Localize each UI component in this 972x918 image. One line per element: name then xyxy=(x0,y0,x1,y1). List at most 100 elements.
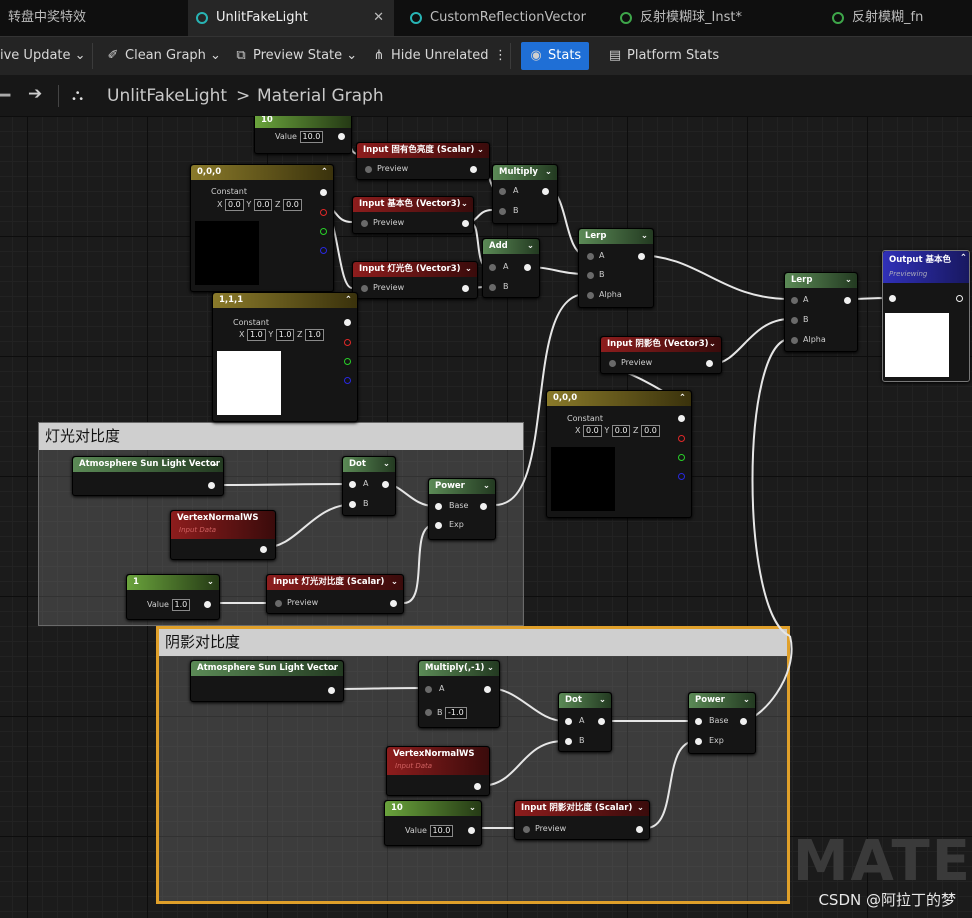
output-pin[interactable] xyxy=(344,319,351,326)
close-icon[interactable]: ✕ xyxy=(373,0,384,36)
output-pin[interactable] xyxy=(338,133,345,140)
platform-stats-button[interactable]: ▤ Platform Stats xyxy=(608,45,719,67)
output-pin[interactable] xyxy=(956,295,963,302)
preview-state-button[interactable]: ⧉ Preview State ⌄ xyxy=(234,45,357,67)
output-pin[interactable] xyxy=(474,783,481,790)
output-pin[interactable] xyxy=(328,687,335,694)
back-arrow-icon[interactable]: ━ xyxy=(0,86,10,106)
output-pin[interactable] xyxy=(740,718,747,725)
more-options-icon[interactable]: ⋮ xyxy=(494,45,507,67)
node-constant-10[interactable]: 10 Value 10.0 xyxy=(254,116,352,154)
y-field[interactable]: 0.0 xyxy=(253,199,273,211)
output-pin-b[interactable] xyxy=(344,377,351,384)
tab-reflection-blur-fn[interactable]: 反射模糊_fn xyxy=(832,0,972,36)
output-pin[interactable] xyxy=(470,166,477,173)
y-field[interactable]: 0.0 xyxy=(611,425,631,437)
z-field[interactable]: 0.0 xyxy=(641,425,660,437)
node-dot-1[interactable]: Dot ⌄ A B xyxy=(342,456,396,516)
output-pin[interactable] xyxy=(208,482,215,489)
input-pin-a[interactable] xyxy=(587,253,594,260)
node-vertexnormalws-2[interactable]: VertexNormalWS Input Data xyxy=(386,746,490,796)
hide-unrelated-button[interactable]: ⋔ Hide Unrelated xyxy=(372,45,489,67)
tab-customreflectionvector[interactable]: CustomReflectionVector xyxy=(410,0,610,36)
output-pin-r[interactable] xyxy=(320,209,327,216)
output-pin[interactable] xyxy=(320,189,327,196)
input-pin-b[interactable] xyxy=(499,208,506,215)
input-pin-a[interactable] xyxy=(499,188,506,195)
clean-graph-button[interactable]: ✐ Clean Graph ⌄ xyxy=(106,45,221,67)
output-pin[interactable] xyxy=(636,826,643,833)
output-pin-r[interactable] xyxy=(344,339,351,346)
node-constant-10b[interactable]: 10 ⌄ Value 10.0 xyxy=(384,800,482,846)
x-field[interactable]: 1.0 xyxy=(247,329,266,341)
input-pin-alpha[interactable] xyxy=(791,337,798,344)
node-input-shadow-contrast[interactable]: Input 阴影对比度 (Scalar) ⌄ Preview xyxy=(514,800,650,840)
node-lerp-1[interactable]: Lerp ⌄ A B Alpha xyxy=(578,228,654,308)
node-constant3-black-b[interactable]: 0,0,0 ⌃ Constant X 0.0 Y 0.0 Z 0.0 xyxy=(546,390,692,518)
input-pin-exp[interactable] xyxy=(435,522,442,529)
output-pin[interactable] xyxy=(468,827,475,834)
node-input-light-color[interactable]: Input 灯光色 (Vector3) ⌄ Preview xyxy=(352,261,478,299)
forward-arrow-icon[interactable]: ➔ xyxy=(28,84,42,104)
node-input-base-color[interactable]: Input 基本色 (Vector3) ⌄ Preview xyxy=(352,196,474,234)
input-pin-b[interactable] xyxy=(791,317,798,324)
input-pin-a[interactable] xyxy=(349,481,356,488)
output-pin-g[interactable] xyxy=(320,228,327,235)
node-vertexnormalws-1[interactable]: VertexNormalWS Input Data xyxy=(170,510,276,560)
material-graph-canvas[interactable]: 灯光对比度 阴影对比度 MATE 10 Value 10.0 Input 固有色… xyxy=(0,116,972,918)
node-multiply[interactable]: Multiply ⌄ A B xyxy=(492,164,558,224)
node-input-shadow-color[interactable]: Input 阴影色 (Vector3) ⌄ Preview xyxy=(600,336,722,374)
input-pin[interactable] xyxy=(365,166,372,173)
output-pin[interactable] xyxy=(638,253,645,260)
live-update-button[interactable]: ive Update ⌄ xyxy=(0,45,86,67)
input-pin-a[interactable] xyxy=(489,264,496,271)
input-pin-b[interactable] xyxy=(489,284,496,291)
input-pin-b[interactable] xyxy=(587,272,594,279)
output-pin-b[interactable] xyxy=(320,247,327,254)
node-constant3-white[interactable]: 1,1,1 ⌃ Constant X 1.0 Y 1.0 Z 1.0 xyxy=(212,292,358,422)
x-field[interactable]: 0.0 xyxy=(225,199,244,211)
tab-lottery-effect[interactable]: 转盘中奖特效 xyxy=(8,0,178,36)
output-pin-g[interactable] xyxy=(344,358,351,365)
value-field[interactable]: 10.0 xyxy=(299,131,324,143)
input-pin-alpha[interactable] xyxy=(587,292,594,299)
output-pin[interactable] xyxy=(678,415,685,422)
node-multiply-neg1[interactable]: Multiply(,-1) ⌄ A B -1.0 xyxy=(418,660,500,728)
input-pin-a[interactable] xyxy=(425,686,432,693)
input-pin[interactable] xyxy=(361,220,368,227)
tab-reflection-blur-inst[interactable]: 反射模糊球_Inst* xyxy=(620,0,820,36)
node-constant-1[interactable]: 1 ⌄ Value 1.0 xyxy=(126,574,220,620)
input-pin-b[interactable] xyxy=(425,709,432,716)
node-dot-2[interactable]: Dot ⌄ A B xyxy=(558,692,612,752)
x-field[interactable]: 0.0 xyxy=(583,425,602,437)
node-constant3-black-a[interactable]: 0,0,0 ⌃ Constant X 0.0 Y 0.0 Z 0.0 xyxy=(190,164,334,292)
output-pin[interactable] xyxy=(260,546,267,553)
input-pin-base[interactable] xyxy=(435,503,442,510)
input-pin-a[interactable] xyxy=(791,297,798,304)
node-lerp-2[interactable]: Lerp ⌄ A B Alpha xyxy=(784,272,858,352)
output-pin[interactable] xyxy=(706,360,713,367)
output-pin[interactable] xyxy=(844,297,851,304)
output-pin[interactable] xyxy=(484,686,491,693)
node-power-1[interactable]: Power ⌄ Base Exp xyxy=(428,478,496,540)
output-pin[interactable] xyxy=(542,188,549,195)
node-power-2[interactable]: Power ⌄ Base Exp xyxy=(688,692,756,754)
output-pin[interactable] xyxy=(462,285,469,292)
output-pin[interactable] xyxy=(524,264,531,271)
output-pin[interactable] xyxy=(480,503,487,510)
node-atmosphere-sun-light-vector-2[interactable]: Atmosphere Sun Light Vector ⌄ xyxy=(190,660,344,702)
node-atmosphere-sun-light-vector-1[interactable]: Atmosphere Sun Light Vector ⌄ xyxy=(72,456,224,496)
output-pin[interactable] xyxy=(382,481,389,488)
z-field[interactable]: 0.0 xyxy=(283,199,302,211)
input-pin[interactable] xyxy=(889,295,896,302)
z-field[interactable]: 1.0 xyxy=(305,329,324,341)
output-pin[interactable] xyxy=(598,718,605,725)
node-add[interactable]: Add ⌄ A B xyxy=(482,238,540,298)
output-pin[interactable] xyxy=(204,601,211,608)
node-input-light-contrast[interactable]: Input 灯光对比度 (Scalar) ⌄ Preview xyxy=(266,574,404,614)
output-pin[interactable] xyxy=(462,220,469,227)
breadcrumb-root[interactable]: UnlitFakeLight xyxy=(107,86,227,106)
input-pin-exp[interactable] xyxy=(695,738,702,745)
output-pin-g[interactable] xyxy=(678,454,685,461)
node-input-inherent-brightness[interactable]: Input 固有色亮度 (Scalar) ⌄ Preview xyxy=(356,142,490,180)
